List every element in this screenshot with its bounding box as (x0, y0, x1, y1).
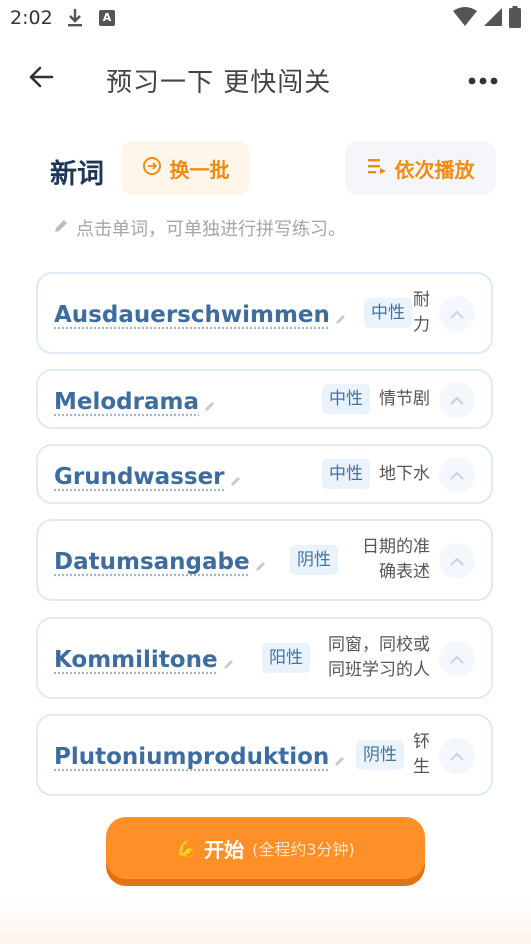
gender-badge: 阴性 (356, 740, 404, 770)
start-button[interactable]: 💪 开始 (全程约3分钟) (106, 817, 425, 879)
play-sequence-button[interactable]: 依次播放 (345, 141, 496, 195)
gender-badge: 中性 (322, 459, 370, 489)
edit-pencil-icon (229, 468, 243, 494)
chevron-up-icon (449, 305, 465, 324)
expand-button[interactable] (439, 382, 475, 418)
chevron-up-icon (449, 650, 465, 669)
back-button[interactable] (22, 60, 60, 98)
playlist-icon (367, 156, 387, 180)
download-icon (66, 7, 84, 33)
expand-button[interactable] (439, 641, 475, 677)
hint-text: 点击单词，可单独进行拼写练习。 (52, 215, 346, 241)
section-title: 新词 (50, 159, 104, 190)
app-notification-icon: A (99, 10, 115, 26)
chevron-up-icon (449, 552, 465, 571)
expand-button[interactable] (439, 457, 475, 493)
edit-pencil-icon (254, 553, 268, 579)
more-options-button[interactable] (465, 64, 501, 94)
flexed-biceps-icon: 💪 (176, 838, 197, 858)
hint-label: 点击单词，可单独进行拼写练习。 (76, 219, 346, 240)
word-text[interactable]: Melodrama (54, 385, 217, 419)
status-time: 2:02 (10, 7, 53, 29)
meaning-text: 耐力 (413, 290, 430, 335)
more-dots-icon (468, 70, 498, 89)
word-card[interactable]: Kommilitone 阳性 同窗，同校或 同班学习的人 (36, 617, 493, 699)
page-title: 预习一下 更快闯关 (106, 68, 332, 98)
start-duration: (全程约3分钟) (252, 840, 355, 859)
wifi-icon (453, 7, 477, 31)
word-card[interactable]: Datumsangabe 阴性 日期的准 确表述 (36, 519, 493, 601)
expand-button[interactable] (439, 738, 475, 774)
signal-icon (483, 7, 503, 31)
edit-pencil-icon (334, 306, 348, 332)
word-text[interactable]: Grundwasser (54, 460, 243, 494)
meaning-text: 情节剧 (379, 389, 430, 409)
word-card[interactable]: Grundwasser 中性 地下水 (36, 444, 493, 504)
word-text[interactable]: Plutoniumproduktion (54, 740, 347, 774)
refresh-icon (142, 156, 162, 181)
refresh-label: 换一批 (169, 157, 230, 182)
play-sequence-label: 依次播放 (394, 157, 475, 182)
meaning-text: 日期的准 确表述 (362, 537, 430, 582)
start-label: 开始 (204, 837, 245, 862)
chevron-up-icon (449, 391, 465, 410)
gender-badge: 阴性 (290, 545, 338, 575)
meaning-text: 钚生 (413, 732, 430, 777)
gender-badge: 阳性 (262, 643, 310, 673)
pencil-icon (52, 217, 70, 240)
chevron-up-icon (449, 747, 465, 766)
refresh-batch-button[interactable]: 换一批 (121, 141, 250, 195)
word-card[interactable]: Ausdauerschwimmen 中性 耐力 (36, 272, 493, 354)
expand-button[interactable] (439, 296, 475, 332)
word-text[interactable]: Kommilitone (54, 643, 236, 677)
arrow-left-icon (28, 66, 54, 92)
gender-badge: 中性 (364, 298, 412, 328)
word-card[interactable]: Plutoniumproduktion 阴性 钚生 (36, 714, 493, 796)
expand-button[interactable] (439, 543, 475, 579)
edit-pencil-icon (222, 651, 236, 677)
word-card[interactable]: Melodrama 中性 情节剧 (36, 369, 493, 429)
app-bar: 预习一下 更快闯关 (0, 52, 531, 104)
status-bar: 2:02 A (0, 0, 531, 36)
meaning-text: 同窗，同校或 同班学习的人 (328, 635, 430, 680)
bottom-background (0, 900, 531, 944)
gender-badge: 中性 (322, 384, 370, 414)
meaning-text: 地下水 (379, 464, 430, 484)
battery-icon (509, 6, 521, 32)
edit-pencil-icon (203, 393, 217, 419)
edit-pencil-icon (333, 748, 347, 774)
word-text[interactable]: Datumsangabe (54, 545, 268, 579)
word-text[interactable]: Ausdauerschwimmen (54, 298, 348, 332)
chevron-up-icon (449, 466, 465, 485)
